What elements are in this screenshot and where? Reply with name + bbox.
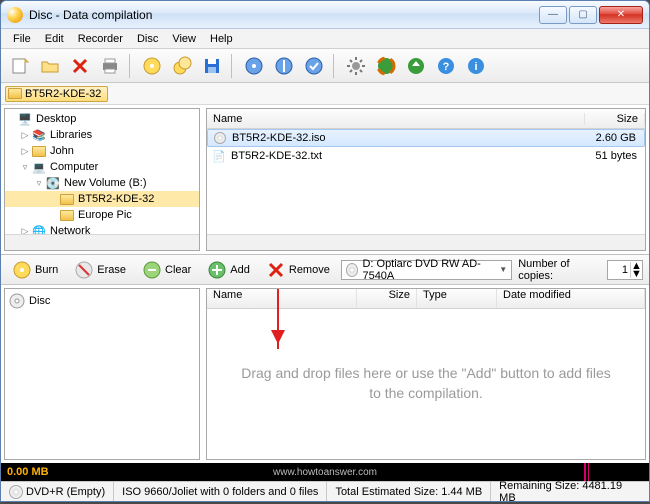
- size-gauge: 0.00 MB www.howtoanswer.com: [1, 463, 649, 481]
- disc-action2-button[interactable]: [271, 53, 297, 79]
- menu-file[interactable]: File: [7, 31, 37, 47]
- clear-compilation-button[interactable]: Clear: [137, 257, 196, 283]
- compilation-header[interactable]: Name Size Type Date modified: [207, 289, 645, 309]
- drive-label: D: Optiarc DVD RW AD-7540A: [362, 258, 495, 282]
- location-bar: BT5R2-KDE-32: [1, 83, 649, 105]
- settings-button[interactable]: [343, 53, 369, 79]
- status-remaining: Remaining Size: 4481.19 MB: [491, 482, 649, 501]
- file-scrollbar[interactable]: [207, 234, 645, 250]
- file-list-header[interactable]: Name Size: [207, 109, 645, 129]
- help-button[interactable]: ?: [433, 53, 459, 79]
- status-estimated: Total Estimated Size: 1.44 MB: [327, 482, 491, 501]
- chevron-down-icon: ▼: [499, 265, 507, 274]
- compilation-toolbar: Burn Erase Clear Add Remove D: Optiarc D…: [1, 255, 649, 285]
- comp-col-size[interactable]: Size: [357, 289, 417, 308]
- save-button[interactable]: [199, 53, 225, 79]
- disc-action1-button[interactable]: [241, 53, 267, 79]
- minimize-button[interactable]: —: [539, 6, 567, 24]
- copy-disc-button[interactable]: [169, 53, 195, 79]
- disc-icon: [9, 485, 23, 499]
- app-window: Disc - Data compilation — ▢ ✕ File Edit …: [0, 0, 650, 502]
- erase-compilation-button[interactable]: Erase: [69, 257, 131, 283]
- file-row[interactable]: 📄BT5R2-KDE-32.txt51 bytes: [207, 147, 645, 165]
- location-label: BT5R2-KDE-32: [25, 88, 101, 100]
- col-size[interactable]: Size: [585, 113, 645, 125]
- svg-text:i: i: [474, 61, 477, 73]
- status-bar: DVD+R (Empty) ISO 9660/Joliet with 0 fol…: [1, 481, 649, 501]
- disc-action3-button[interactable]: [301, 53, 327, 79]
- web-button[interactable]: [373, 53, 399, 79]
- copies-spinner[interactable]: ▲▼: [607, 260, 643, 280]
- add-files-button[interactable]: Add: [202, 257, 255, 283]
- copies-label: Number of copies:: [518, 258, 601, 282]
- tree-item[interactable]: BT5R2-KDE-32: [5, 191, 199, 207]
- comp-col-date[interactable]: Date modified: [497, 289, 645, 308]
- menu-bar: File Edit Recorder Disc View Help: [1, 29, 649, 49]
- disc-root[interactable]: Disc: [9, 293, 195, 309]
- maximize-button[interactable]: ▢: [569, 6, 597, 24]
- menu-help[interactable]: Help: [204, 31, 239, 47]
- status-filesystem: ISO 9660/Joliet with 0 folders and 0 fil…: [114, 482, 327, 501]
- disc-label: Disc: [29, 295, 50, 307]
- tree-item[interactable]: ▷John: [5, 143, 199, 159]
- drop-zone[interactable]: Drag and drop files here or use the "Add…: [207, 309, 645, 459]
- title-bar[interactable]: Disc - Data compilation — ▢ ✕: [1, 1, 649, 29]
- col-name[interactable]: Name: [207, 113, 585, 125]
- burn-button[interactable]: [139, 53, 165, 79]
- app-icon: [7, 7, 23, 23]
- main-toolbar: ? i: [1, 49, 649, 83]
- tree-item[interactable]: Europe Pic: [5, 207, 199, 223]
- burn-compilation-button[interactable]: Burn: [7, 257, 63, 283]
- open-button[interactable]: [37, 53, 63, 79]
- annotation-arrow: [277, 288, 279, 349]
- tree-item[interactable]: ▿💽New Volume (B:): [5, 175, 199, 191]
- copies-input[interactable]: [608, 264, 630, 276]
- menu-disc[interactable]: Disc: [131, 31, 164, 47]
- update-button[interactable]: [403, 53, 429, 79]
- menu-view[interactable]: View: [166, 31, 202, 47]
- menu-recorder[interactable]: Recorder: [72, 31, 129, 47]
- close-button[interactable]: ✕: [599, 6, 643, 24]
- gauge-used: 0.00 MB: [7, 466, 49, 478]
- print-button[interactable]: [97, 53, 123, 79]
- compilation-panel: Name Size Type Date modified Drag and dr…: [206, 288, 646, 460]
- delete-button[interactable]: [67, 53, 93, 79]
- remove-files-button[interactable]: Remove: [261, 257, 335, 283]
- drop-message: Drag and drop files here or use the "Add…: [237, 364, 615, 403]
- folder-tree-panel: 🖥️Desktop▷📚Libraries▷John▿💻Computer▿💽New…: [4, 108, 200, 251]
- tree-item[interactable]: ▷🌐Network: [5, 223, 199, 234]
- tree-root[interactable]: 🖥️Desktop: [5, 111, 199, 127]
- comp-col-name[interactable]: Name: [207, 289, 357, 308]
- disc-tree-panel: Disc: [4, 288, 200, 460]
- new-compilation-button[interactable]: [7, 53, 33, 79]
- svg-text:?: ?: [443, 61, 450, 73]
- window-title: Disc - Data compilation: [29, 8, 539, 22]
- file-row[interactable]: BT5R2-KDE-32.iso2.60 GB: [207, 129, 645, 147]
- menu-edit[interactable]: Edit: [39, 31, 70, 47]
- watermark: www.howtoanswer.com: [273, 467, 377, 478]
- file-list[interactable]: BT5R2-KDE-32.iso2.60 GB📄BT5R2-KDE-32.txt…: [207, 129, 645, 234]
- drive-icon: [346, 263, 359, 277]
- spin-down[interactable]: ▼: [631, 270, 642, 278]
- comp-col-type[interactable]: Type: [417, 289, 497, 308]
- folder-icon: [8, 88, 22, 99]
- folder-tree[interactable]: 🖥️Desktop▷📚Libraries▷John▿💻Computer▿💽New…: [5, 109, 199, 234]
- tree-scrollbar[interactable]: [5, 234, 199, 250]
- tree-item[interactable]: ▷📚Libraries: [5, 127, 199, 143]
- file-list-panel: Name Size BT5R2-KDE-32.iso2.60 GB📄BT5R2-…: [206, 108, 646, 251]
- drive-select[interactable]: D: Optiarc DVD RW AD-7540A ▼: [341, 260, 512, 280]
- location-folder[interactable]: BT5R2-KDE-32: [5, 86, 108, 102]
- info-button[interactable]: i: [463, 53, 489, 79]
- tree-item[interactable]: ▿💻Computer: [5, 159, 199, 175]
- status-media: DVD+R (Empty): [1, 482, 114, 501]
- disc-icon: [9, 293, 25, 309]
